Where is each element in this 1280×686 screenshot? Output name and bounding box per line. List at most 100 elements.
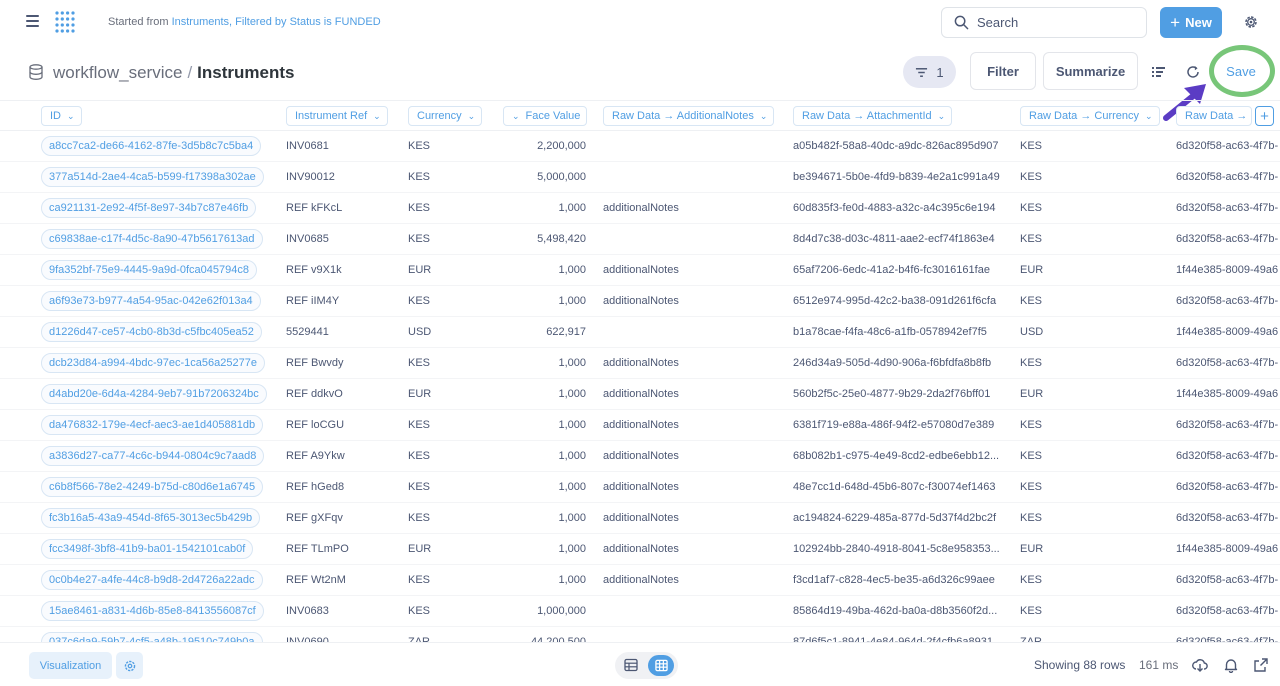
column-header-face-value[interactable]: ⌄ Face Value <box>503 106 588 126</box>
cell-instrument-ref: REF A9Ykw <box>286 450 345 462</box>
cell-id[interactable]: 15ae8461-a831-4d6b-85e8-8413556087cf <box>41 601 264 621</box>
chevron-down-icon: ⌄ <box>1145 110 1153 121</box>
cell-face-value: 1,000 <box>558 512 586 524</box>
cell-additional-notes: additionalNotes <box>603 295 679 307</box>
cell-face-value: 1,000 <box>558 295 586 307</box>
active-filter-pill[interactable]: 1 <box>903 56 956 88</box>
save-button[interactable]: Save <box>1215 54 1267 88</box>
cell-raw-data: 1f44e385-8009-49a6 <box>1176 326 1279 338</box>
filter-count: 1 <box>936 64 944 80</box>
cell-attachment-id: 65af7206-6edc-41a2-b4f6-fc3016161fae <box>793 264 990 276</box>
top-bar: Started from Instruments, Filtered by St… <box>0 0 1280 44</box>
filter-button[interactable]: Filter <box>970 52 1036 90</box>
cell-raw-data: 6d320f58-ac63-4f7b- <box>1176 512 1279 524</box>
cell-raw-data: 6d320f58-ac63-4f7b- <box>1176 450 1279 462</box>
search-placeholder: Search <box>977 15 1019 30</box>
cell-additional-notes: additionalNotes <box>603 512 679 524</box>
cell-raw-currency: KES <box>1020 233 1043 245</box>
cell-additional-notes <box>603 224 783 254</box>
cell-additional-notes <box>603 131 783 161</box>
table-row: da476832-179e-4ecf-aec3-ae1d405881db REF … <box>0 410 1280 441</box>
cell-additional-notes: additionalNotes <box>603 543 679 555</box>
cell-raw-currency: KES <box>1020 171 1043 183</box>
cell-raw-data: 6d320f58-ac63-4f7b- <box>1176 574 1279 586</box>
started-from-link[interactable]: Instruments, Filtered by Status is FUNDE… <box>172 16 381 28</box>
visualization-button[interactable]: Visualization <box>29 652 112 679</box>
column-header-label: Raw Data → AttachmentId <box>802 110 932 122</box>
cell-id[interactable]: fcc3498f-3bf8-41b9-ba01-1542101cab0f <box>41 539 254 559</box>
gear-icon[interactable] <box>1243 14 1259 30</box>
cell-instrument-ref: REF hGed8 <box>286 481 345 493</box>
cell-attachment-id: 6381f719-e88a-486f-94f2-e57080d7e389 <box>793 419 995 431</box>
cell-currency: KES <box>408 450 431 462</box>
share-icon[interactable] <box>1253 657 1269 673</box>
cell-instrument-ref: REF Bwvdy <box>286 357 344 369</box>
bell-icon[interactable] <box>1223 657 1239 673</box>
menu-icon[interactable] <box>26 15 39 28</box>
table-row: 15ae8461-a831-4d6b-85e8-8413556087cf INV0… <box>0 596 1280 627</box>
cell-id[interactable]: c69838ae-c17f-4d5c-8a90-47b5617613ad <box>41 229 263 249</box>
table-row: d4abd20e-6d4a-4284-9eb7-91b7206324bc REF … <box>0 379 1280 410</box>
cell-id[interactable]: a3836d27-ca77-4c6c-b944-0804c9c7aad8 <box>41 446 265 466</box>
search-input[interactable]: Search <box>941 7 1147 38</box>
cell-raw-currency: EUR <box>1020 543 1044 555</box>
cell-attachment-id: b1a78cae-f4fa-48c6-a1fb-0578942ef7f5 <box>793 326 987 338</box>
cell-id[interactable]: a8cc7ca2-de66-4162-87fe-3d5b8c7c5ba4 <box>41 136 262 156</box>
cell-id[interactable]: a6f93e73-b977-4a54-95ac-042e62f013a4 <box>41 291 261 311</box>
filter-icon <box>916 67 928 77</box>
cell-id[interactable]: fc3b16a5-43a9-454d-8f65-3013ec5b429b <box>41 508 261 528</box>
column-header-raw-data-truncated[interactable]: Raw Data → <box>1176 106 1252 126</box>
column-header-raw-attachment-id[interactable]: Raw Data → AttachmentId ⌄ <box>793 106 953 126</box>
cell-id[interactable]: d1226d47-ce57-4cb0-8b3d-c5fbc405ea52 <box>41 322 262 342</box>
refresh-icon[interactable] <box>1186 65 1200 79</box>
cell-currency: KES <box>408 357 431 369</box>
results-table: ID ⌄ Instrument Ref ⌄ Currency ⌄ ⌄ Face Valu… <box>0 100 1280 642</box>
cell-additional-notes: additionalNotes <box>603 357 679 369</box>
cell-instrument-ref: REF v9X1k <box>286 264 342 276</box>
summarize-button[interactable]: Summarize <box>1043 52 1138 90</box>
column-header-instrument-ref[interactable]: Instrument Ref ⌄ <box>286 106 388 126</box>
page-title: workflow_service / Instruments <box>53 63 294 83</box>
download-icon[interactable] <box>1192 657 1208 673</box>
cell-raw-currency: USD <box>1020 326 1044 338</box>
column-header-currency[interactable]: Currency ⌄ <box>408 106 483 126</box>
cell-id[interactable]: 9fa352bf-75e9-4445-9a9d-0fca045794c8 <box>41 260 257 280</box>
cell-id[interactable]: 0c0b4e27-a4fe-44c8-b9d8-2d4726a22adc <box>41 570 263 590</box>
cell-id[interactable]: dcb23d84-a994-4bdc-97ec-1ca56a25277e <box>41 353 265 373</box>
chevron-down-icon: ⌄ <box>373 110 381 121</box>
column-header-label: Raw Data → AdditionalNotes <box>612 110 754 122</box>
cell-raw-data: 1f44e385-8009-49a6 <box>1176 543 1279 555</box>
table-row: 0c0b4e27-a4fe-44c8-b9d8-2d4726a22adc REF … <box>0 565 1280 596</box>
logo-icon[interactable] <box>53 10 77 34</box>
visualization-settings-button[interactable] <box>116 652 143 679</box>
cell-additional-notes: additionalNotes <box>603 264 679 276</box>
column-header-id[interactable]: ID ⌄ <box>41 106 82 126</box>
cell-id[interactable]: d4abd20e-6d4a-4284-9eb7-91b7206324bc <box>41 384 267 404</box>
grid-view-button[interactable] <box>648 655 674 676</box>
gear-icon <box>124 660 135 671</box>
cell-additional-notes <box>603 317 783 347</box>
column-header-raw-additional-notes[interactable]: Raw Data → AdditionalNotes ⌄ <box>603 106 775 126</box>
cell-id[interactable]: c6b8f566-78e2-4249-b75d-c80d6e1a6745 <box>41 477 264 497</box>
cell-raw-data: 6d320f58-ac63-4f7b- <box>1176 233 1279 245</box>
cell-face-value: 5,498,420 <box>537 233 586 245</box>
table-icon[interactable] <box>624 658 638 672</box>
list-icon[interactable] <box>1152 66 1165 78</box>
cell-id[interactable]: 377a514d-2ae4-4ca5-b599-f17398a302ae <box>41 167 264 187</box>
breadcrumb-database[interactable]: workflow_service <box>53 63 182 82</box>
cell-id[interactable]: ca921131-2e92-4f5f-8e97-34b7c87e46fb <box>41 198 257 218</box>
cell-additional-notes: additionalNotes <box>603 388 679 400</box>
cell-id[interactable]: da476832-179e-4ecf-aec3-ae1d405881db <box>41 415 264 435</box>
cell-id[interactable]: 037c6da9-59b7-4cf5-a48b-19510c749b0a <box>41 632 263 642</box>
grid-icon <box>654 659 668 672</box>
column-header-raw-currency[interactable]: Raw Data → Currency ⌄ <box>1020 106 1160 126</box>
cell-raw-currency: KES <box>1020 419 1043 431</box>
cell-currency: KES <box>408 605 431 617</box>
cell-raw-currency: KES <box>1020 574 1043 586</box>
cell-raw-currency: EUR <box>1020 388 1044 400</box>
new-button[interactable]: + New <box>1160 7 1222 38</box>
cell-instrument-ref: INV90012 <box>286 171 335 183</box>
add-column-button[interactable]: + <box>1255 106 1274 126</box>
breadcrumb-table[interactable]: Instruments <box>197 63 294 82</box>
cell-attachment-id: 8d4d7c38-d03c-4811-aae2-ecf74f1863e4 <box>793 233 995 245</box>
